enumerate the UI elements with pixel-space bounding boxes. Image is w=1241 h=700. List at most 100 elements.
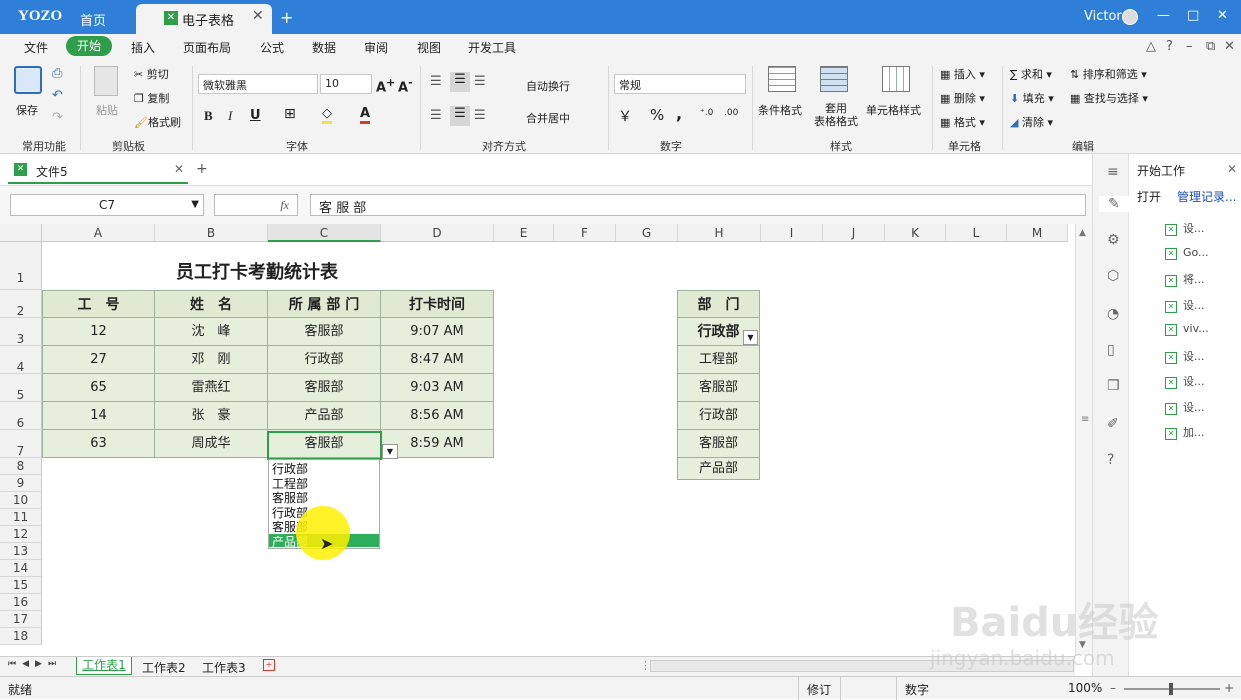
employee-name-cell[interactable]: 张 豪 [155, 402, 268, 430]
user-name[interactable]: Victor [1084, 9, 1122, 24]
insert-cells-button[interactable]: ▦ 插入 ▾ [940, 66, 985, 82]
column-header-m[interactable]: M [1007, 224, 1068, 242]
collapse-ribbon-icon[interactable]: △ [1146, 39, 1156, 54]
clock-icon[interactable]: ◔ [1107, 306, 1119, 322]
department-cell[interactable]: 客服部 [268, 374, 381, 402]
new-tab-button[interactable]: + [280, 8, 293, 27]
paste-button[interactable]: 粘贴 [96, 102, 118, 118]
row-header-16[interactable]: 16 [0, 594, 42, 611]
column-header-b[interactable]: B [155, 224, 268, 242]
row-header-3[interactable]: 3 [0, 318, 42, 346]
header-cell-dept[interactable]: 所 属 部 门 [268, 290, 381, 318]
recent-file-item[interactable]: ✕ 设... [1165, 373, 1205, 389]
column-header-h[interactable]: H [678, 224, 761, 242]
edit-icon[interactable]: ✐ [1107, 416, 1119, 432]
menu-data[interactable]: 数据 [312, 39, 336, 56]
recent-file-item[interactable]: ✕ 将... [1165, 271, 1205, 287]
scroll-up-icon[interactable]: ▲ [1079, 228, 1086, 238]
merge-center-button[interactable]: 合并居中 [526, 110, 570, 126]
table-style-icon[interactable] [820, 66, 848, 92]
dropdown-arrow-icon[interactable]: ▼ [743, 330, 758, 345]
dept-header-cell[interactable]: 部 门 [677, 290, 760, 318]
zoom-in-icon[interactable]: + [1224, 681, 1234, 695]
sheet-tab-3[interactable]: 工作表3 [202, 659, 246, 676]
row-header-6[interactable]: 6 [0, 402, 42, 430]
sheet-tab-2[interactable]: 工作表2 [142, 659, 186, 676]
menu-view[interactable]: 视图 [417, 39, 441, 56]
close-panel-icon[interactable]: ✕ [1227, 162, 1237, 176]
shrink-font-icon[interactable]: A- [398, 76, 413, 95]
zoom-level[interactable]: 100% [1068, 681, 1102, 695]
fill-color-icon[interactable]: ◇ [322, 106, 332, 124]
dropdown-option[interactable]: 客服部 [272, 491, 308, 505]
document-tab[interactable]: ✕ 电子表格 ✕ [136, 4, 272, 34]
employee-id-cell[interactable]: 12 [42, 318, 155, 346]
align-top-icon[interactable]: ☰ [430, 74, 442, 89]
find-select-button[interactable]: ▦ 查找与选择 ▾ [1070, 90, 1148, 106]
menu-start[interactable]: 开始 [66, 36, 112, 56]
header-cell-id[interactable]: 工 号 [42, 290, 155, 318]
row-header-15[interactable]: 15 [0, 577, 42, 594]
copy-button[interactable]: ❐ 复制 [134, 90, 169, 106]
delete-cells-button[interactable]: ▦ 删除 ▾ [940, 90, 985, 106]
department-cell[interactable]: 行政部 [268, 346, 381, 374]
column-header-a[interactable]: A [42, 224, 155, 242]
add-sheet-icon[interactable]: + [263, 659, 275, 671]
dropdown-option[interactable]: 行政部 [272, 462, 308, 476]
panel-manage-link[interactable]: 管理记录... [1177, 188, 1236, 205]
clock-in-time-cell[interactable]: 8:56 AM [381, 402, 494, 430]
italic-button[interactable]: I [228, 108, 232, 124]
ribbon-minimize-icon[interactable]: – [1186, 39, 1193, 54]
increase-decimal-icon[interactable]: ⁺.0 [700, 108, 713, 118]
employee-name-cell[interactable]: 周成华 [155, 430, 268, 458]
column-header-d[interactable]: D [381, 224, 494, 242]
column-header-j[interactable]: J [823, 224, 885, 242]
recent-file-item[interactable]: ✕ 设... [1165, 297, 1205, 313]
dept-list-cell[interactable]: 客服部 [677, 374, 760, 402]
row-header-18[interactable]: 18 [0, 628, 42, 645]
dept-list-cell[interactable]: 产品部 [677, 458, 760, 480]
row-header-12[interactable]: 12 [0, 526, 42, 543]
row-header-14[interactable]: 14 [0, 560, 42, 577]
comma-button[interactable]: , [676, 104, 682, 123]
save-icon[interactable] [14, 66, 42, 94]
help-circle-icon[interactable]: ? [1107, 452, 1114, 468]
recent-file-item[interactable]: ✕ 设... [1165, 348, 1205, 364]
align-left-icon[interactable]: ☰ [430, 108, 442, 123]
dept-list-cell[interactable]: 行政部 [677, 402, 760, 430]
wrap-text-button[interactable]: 自动换行 [526, 78, 570, 94]
row-header-9[interactable]: 9 [0, 475, 42, 492]
underline-button[interactable]: U [250, 108, 261, 123]
settings-sliders-icon[interactable]: ⚙ [1107, 232, 1120, 248]
sheet-tab-1[interactable]: 工作表1 [76, 657, 132, 675]
column-header-g[interactable]: G [616, 224, 678, 242]
menu-formula[interactable]: 公式 [260, 39, 284, 56]
font-name-select[interactable]: 微软雅黑 [198, 74, 318, 94]
redo-icon[interactable]: ↷ [52, 110, 63, 125]
zoom-slider-thumb[interactable] [1169, 683, 1173, 695]
column-header-k[interactable]: K [885, 224, 946, 242]
fill-button[interactable]: ⬇ 填充 ▾ [1010, 90, 1054, 106]
font-color-icon[interactable]: A [360, 106, 371, 124]
recent-file-item[interactable]: ✕ Go... [1165, 246, 1209, 260]
sort-filter-button[interactable]: ⇅ 排序和筛选 ▾ [1070, 66, 1147, 82]
conditional-format-icon[interactable] [768, 66, 796, 92]
sheet-nav-arrows[interactable]: ⏮◀▶⏭ [8, 659, 62, 669]
column-header-l[interactable]: L [946, 224, 1007, 242]
add-file-button[interactable]: + [196, 161, 208, 177]
zoom-out-icon[interactable]: – [1110, 681, 1116, 695]
help-icon[interactable]: ? [1166, 39, 1173, 54]
border-icon[interactable]: ⊞ [284, 106, 296, 122]
panel-open-link[interactable]: 打开 [1137, 188, 1161, 205]
dropdown-option[interactable]: 工程部 [272, 477, 308, 491]
row-header-11[interactable]: 11 [0, 509, 42, 526]
row-header-7[interactable]: 7 [0, 430, 42, 458]
file-tab[interactable]: ✕ 文件5 ✕ [8, 158, 188, 184]
status-revise[interactable]: 修订 [798, 677, 831, 700]
align-center-icon[interactable]: ☰ [450, 106, 470, 126]
chevron-down-icon[interactable]: ▼ [191, 195, 199, 215]
clear-button[interactable]: ◢ 清除 ▾ [1010, 114, 1053, 130]
clock-in-time-cell[interactable]: 9:03 AM [381, 374, 494, 402]
employee-name-cell[interactable]: 邓 刚 [155, 346, 268, 374]
dept-list-cell[interactable]: 客服部 [677, 430, 760, 458]
